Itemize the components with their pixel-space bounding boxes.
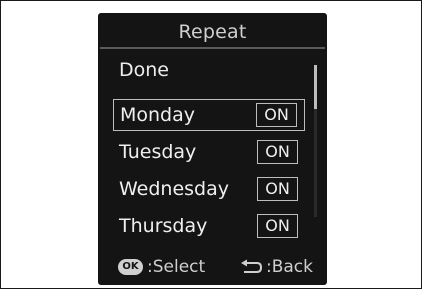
day-label: Tuesday xyxy=(119,141,197,163)
day-label: Monday xyxy=(120,104,196,126)
back-hint: :Back xyxy=(238,257,313,277)
select-hint: OK :Select xyxy=(118,257,205,277)
day-label: Thursday xyxy=(119,215,208,237)
back-arrow-icon xyxy=(241,259,263,273)
day-row-monday[interactable]: Monday ON xyxy=(113,99,305,131)
display-screen: Repeat Done Monday ON Tuesday ON Wednesd… xyxy=(98,13,327,285)
title-divider xyxy=(100,47,325,49)
screen-title: Repeat xyxy=(178,21,247,43)
day-row-tuesday[interactable]: Tuesday ON xyxy=(113,137,305,169)
scrollbar[interactable] xyxy=(314,65,317,217)
day-label: Wednesday xyxy=(119,178,230,200)
day-row-wednesday[interactable]: Wednesday ON xyxy=(113,174,305,206)
footer-hints: OK :Select :Back xyxy=(98,253,327,283)
select-hint-label: :Select xyxy=(147,257,206,277)
back-hint-label: :Back xyxy=(266,257,313,277)
day-toggle[interactable]: ON xyxy=(257,214,298,238)
day-toggle[interactable]: ON xyxy=(257,177,298,201)
ok-button-icon: OK xyxy=(118,259,143,275)
figure-frame: Repeat Done Monday ON Tuesday ON Wednesd… xyxy=(0,0,422,289)
scrollbar-thumb[interactable] xyxy=(314,65,317,109)
day-toggle[interactable]: ON xyxy=(257,140,298,164)
day-row-thursday[interactable]: Thursday ON xyxy=(113,211,305,243)
day-toggle[interactable]: ON xyxy=(256,103,297,127)
done-menu-item[interactable]: Done xyxy=(119,59,169,81)
